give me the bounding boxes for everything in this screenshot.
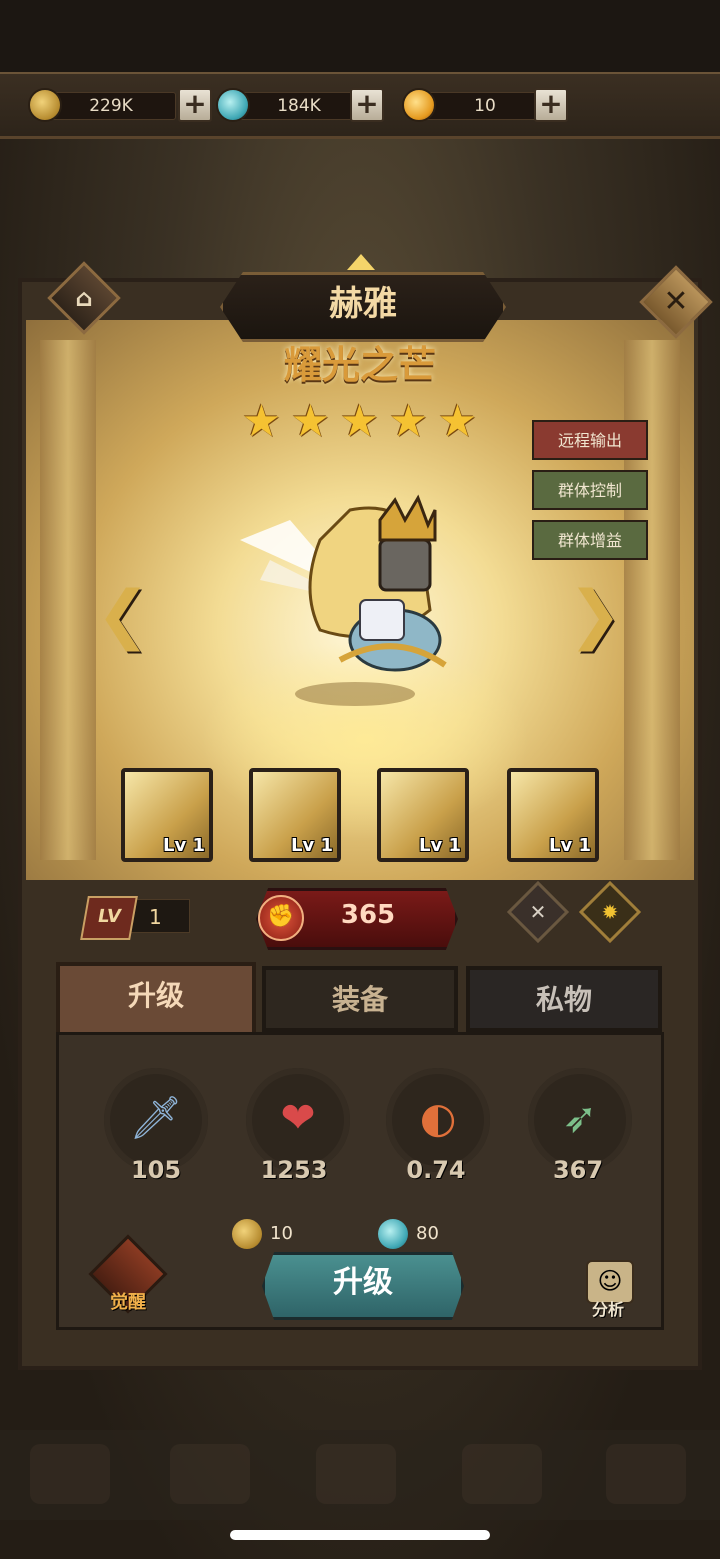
tab-equipment[interactable]: 装备 bbox=[262, 966, 458, 1032]
star-icon: ★ bbox=[339, 396, 380, 447]
crossbow-icon: ✕ bbox=[529, 900, 547, 924]
attack-value: 105 bbox=[130, 1156, 182, 1184]
nav-slot-1[interactable] bbox=[30, 1444, 110, 1504]
power-value: 365 bbox=[340, 900, 396, 930]
nav-slot-4[interactable] bbox=[462, 1444, 542, 1504]
skill-slot-3[interactable]: Lv 1 bbox=[377, 768, 469, 862]
hp-value: 1253 bbox=[260, 1156, 328, 1184]
resource-orb: 10 + bbox=[402, 88, 592, 122]
skill-slot-1[interactable]: Lv 1 bbox=[121, 768, 213, 862]
skill-level: Lv 1 bbox=[549, 835, 591, 856]
unlock-icon: ⌂ bbox=[75, 284, 93, 312]
hero-character-image[interactable] bbox=[230, 480, 480, 710]
gem-cost: 80 bbox=[378, 1218, 439, 1250]
upgrade-button[interactable]: 升级 bbox=[262, 1252, 464, 1320]
role-tag-ranged: 远程输出 bbox=[532, 420, 648, 460]
resource-gold: 229K + bbox=[28, 88, 218, 122]
gold-coin-icon bbox=[28, 88, 62, 122]
skill-slot-2[interactable]: Lv 1 bbox=[249, 768, 341, 862]
tab-upgrade[interactable]: 升级 bbox=[56, 962, 256, 1032]
attack-speed-value: 0.74 bbox=[406, 1156, 466, 1184]
skill-level: Lv 1 bbox=[291, 835, 333, 856]
gold-cost: 10 bbox=[232, 1218, 293, 1250]
smile-icon: ☺ bbox=[597, 1267, 623, 1295]
nav-slot-2[interactable] bbox=[170, 1444, 250, 1504]
gold-coin-icon bbox=[232, 1219, 262, 1249]
arrow-icon: ➶ bbox=[562, 1093, 598, 1142]
skill-level: Lv 1 bbox=[163, 835, 205, 856]
star-rating: ★ ★ ★ ★ ★ bbox=[240, 400, 479, 444]
sun-icon: ✹ bbox=[601, 900, 619, 924]
bottom-navigation bbox=[0, 1430, 720, 1520]
star-icon: ★ bbox=[437, 396, 478, 447]
gem-amount: 184K bbox=[234, 92, 364, 120]
range-value: 367 bbox=[552, 1156, 604, 1184]
pillar-left bbox=[40, 340, 96, 860]
close-icon: ✕ bbox=[663, 284, 689, 319]
home-indicator[interactable] bbox=[230, 1530, 490, 1540]
gem-icon bbox=[378, 1219, 408, 1249]
resource-bar: 229K + 184K + 10 + bbox=[0, 72, 720, 139]
star-icon: ★ bbox=[388, 396, 429, 447]
fist-icon: ✊ bbox=[258, 895, 304, 941]
add-gem-button[interactable]: + bbox=[350, 88, 384, 122]
tab-private-item[interactable]: 私物 bbox=[466, 966, 662, 1032]
add-orb-button[interactable]: + bbox=[534, 88, 568, 122]
prev-hero-button[interactable]: ❮ bbox=[96, 580, 150, 650]
pillar-right bbox=[624, 340, 680, 860]
gem-icon bbox=[216, 88, 250, 122]
bow-icon: ◐ bbox=[419, 1093, 457, 1142]
nav-slot-5[interactable] bbox=[606, 1444, 686, 1504]
sword-icon: 🗡 bbox=[129, 1093, 183, 1142]
orb-amount: 10 bbox=[420, 92, 550, 120]
gem-cost-value: 80 bbox=[416, 1223, 439, 1244]
status-bar-area bbox=[0, 0, 720, 72]
add-gold-button[interactable]: + bbox=[178, 88, 212, 122]
gold-amount: 229K bbox=[46, 92, 176, 120]
level-badge: LV bbox=[80, 896, 138, 940]
role-tag-control: 群体控制 bbox=[532, 470, 648, 510]
awaken-label: 觉醒 bbox=[110, 1292, 146, 1313]
analysis-label: 分析 bbox=[591, 1300, 624, 1319]
role-tag-buff: 群体增益 bbox=[532, 520, 648, 560]
hero-title: 耀光之芒 bbox=[283, 343, 436, 387]
star-icon: ★ bbox=[241, 396, 282, 447]
star-icon: ★ bbox=[290, 396, 331, 447]
resource-gem: 184K + bbox=[216, 88, 406, 122]
skill-level: Lv 1 bbox=[419, 835, 461, 856]
skill-slot-4[interactable]: Lv 1 bbox=[507, 768, 599, 862]
gold-cost-value: 10 bbox=[270, 1223, 293, 1244]
heart-icon: ❤ bbox=[280, 1093, 316, 1142]
nav-slot-3[interactable] bbox=[316, 1444, 396, 1504]
hero-name: 赫雅 bbox=[220, 272, 506, 342]
orb-icon bbox=[402, 88, 436, 122]
next-hero-button[interactable]: ❯ bbox=[568, 580, 622, 650]
caret-up-icon bbox=[347, 254, 375, 270]
